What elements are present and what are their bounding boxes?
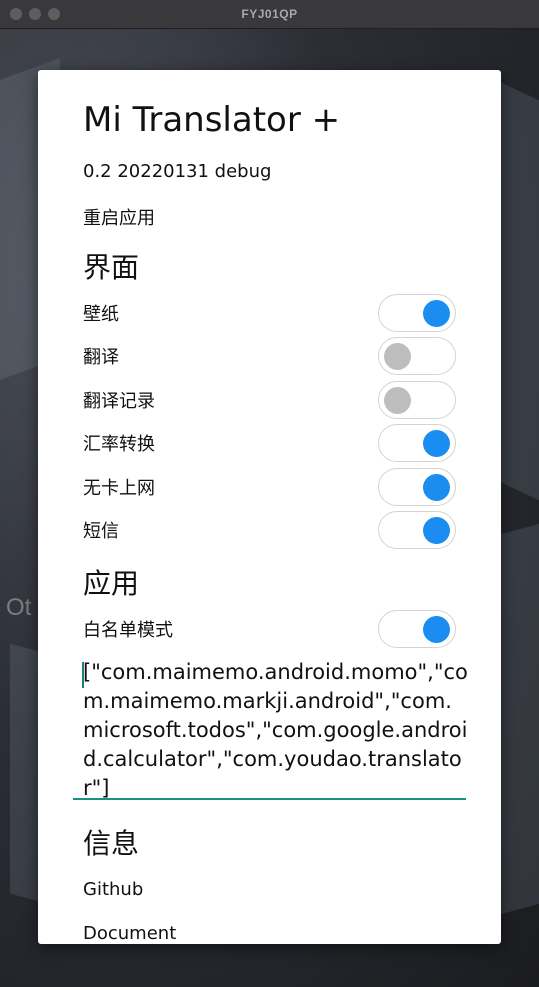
wallpaper-switch[interactable]: [378, 294, 456, 332]
switch-knob: [423, 430, 450, 457]
app-title: Mi Translator +: [83, 100, 341, 140]
sms-switch[interactable]: [378, 511, 456, 549]
toggle-row-wallpaper[interactable]: 壁纸: [83, 294, 456, 332]
version-label: 0.2 20220131 debug: [83, 161, 272, 182]
wallpaper-text: Ot: [6, 594, 32, 621]
toggle-row-whitelist[interactable]: 白名单模式: [83, 610, 456, 648]
switch-knob: [423, 300, 450, 327]
switch-knob: [384, 387, 411, 414]
toggle-row-translation-history[interactable]: 翻译记录: [83, 381, 456, 419]
toggle-row-currency[interactable]: 汇率转换: [83, 424, 456, 462]
section-apps-heading: 应用: [83, 567, 140, 600]
switch-knob: [384, 343, 411, 370]
toggle-label: 壁纸: [83, 304, 119, 325]
input-underline: [73, 798, 466, 800]
toggle-row-sms[interactable]: 短信: [83, 511, 456, 549]
toggle-label: 汇率转换: [83, 434, 155, 455]
translation-history-switch[interactable]: [378, 381, 456, 419]
toggle-row-cardless-internet[interactable]: 无卡上网: [83, 468, 456, 506]
restart-app-item[interactable]: 重启应用: [83, 204, 155, 230]
toggle-row-translate[interactable]: 翻译: [83, 337, 456, 375]
toggle-label: 白名单模式: [83, 620, 173, 641]
switch-knob: [423, 474, 450, 501]
settings-dialog: Mi Translator + 0.2 20220131 debug 重启应用 …: [38, 70, 501, 944]
switch-knob: [423, 616, 450, 643]
document-link[interactable]: Document: [83, 923, 176, 944]
section-interface-heading: 界面: [83, 251, 140, 284]
whitelist-switch[interactable]: [378, 610, 456, 648]
whitelist-input[interactable]: ["com.maimemo.android.momo","com.maimemo…: [83, 658, 468, 803]
switch-knob: [423, 517, 450, 544]
github-link[interactable]: Github: [83, 879, 143, 900]
window-titlebar: FYJ01QP: [0, 0, 539, 29]
toggle-label: 翻译: [83, 347, 119, 368]
text-cursor: [82, 662, 84, 688]
cardless-internet-switch[interactable]: [378, 468, 456, 506]
toggle-label: 无卡上网: [83, 478, 155, 499]
section-info-heading: 信息: [83, 827, 140, 860]
toggle-label: 翻译记录: [83, 391, 155, 412]
currency-switch[interactable]: [378, 424, 456, 462]
window-title: FYJ01QP: [241, 7, 298, 21]
translate-switch[interactable]: [378, 337, 456, 375]
toggle-label: 短信: [83, 521, 119, 542]
